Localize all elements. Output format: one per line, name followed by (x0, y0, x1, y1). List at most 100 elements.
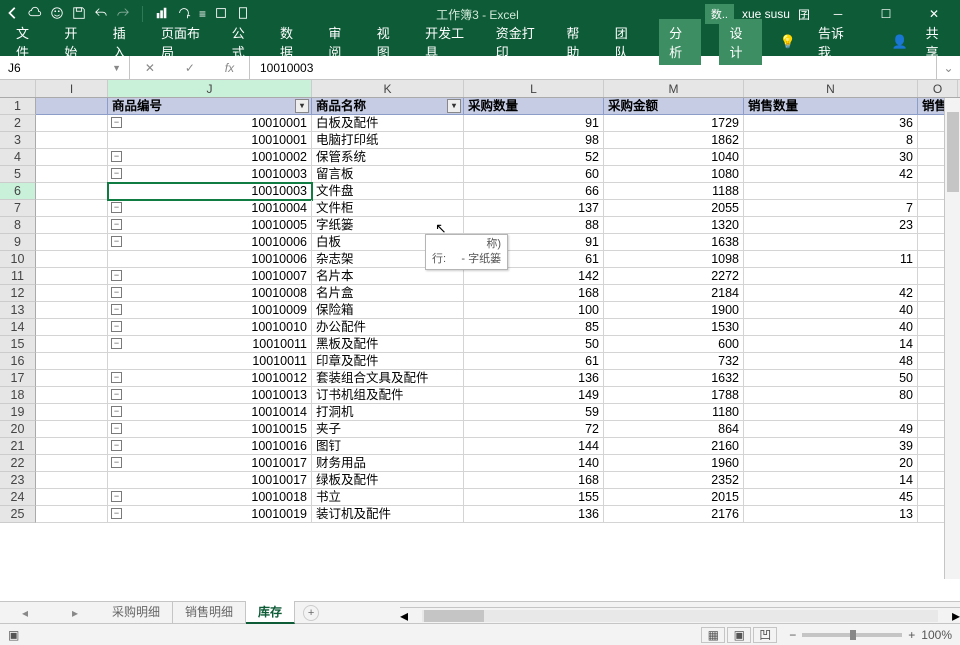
cell-product-name[interactable]: 名片本 (312, 268, 464, 285)
row-number[interactable]: 24 (0, 489, 36, 506)
row-number[interactable]: 3 (0, 132, 36, 149)
tab-view[interactable]: 视图 (373, 19, 403, 65)
cell-product-id[interactable]: −10010006 (108, 234, 312, 251)
cell-sales-qty[interactable]: 36 (744, 115, 918, 132)
row-number[interactable]: 8 (0, 217, 36, 234)
row-number[interactable]: 18 (0, 387, 36, 404)
close-button[interactable]: ✕ (914, 7, 954, 21)
cell[interactable] (36, 149, 108, 166)
maximize-button[interactable]: ☐ (866, 7, 906, 21)
cell-purchase-qty[interactable]: 168 (464, 472, 604, 489)
horizontal-scrollbar[interactable]: ◂ ▸ (400, 607, 960, 623)
cell-product-name[interactable]: 绿板及配件 (312, 472, 464, 489)
cell[interactable] (36, 166, 108, 183)
cell-purchase-amt[interactable]: 1638 (604, 234, 744, 251)
tab-data[interactable]: 数据 (276, 19, 306, 65)
name-box[interactable]: J6 ▼ (0, 56, 130, 79)
cell[interactable] (36, 353, 108, 370)
redo-icon[interactable] (116, 6, 130, 23)
record-macro-icon[interactable]: ▣ (8, 628, 19, 642)
tab-help[interactable]: 帮助 (562, 19, 592, 65)
outline-collapse-icon[interactable]: − (111, 270, 122, 281)
cell-purchase-amt[interactable]: 2272 (604, 268, 744, 285)
expand-formula-icon[interactable]: ⌄ (936, 56, 960, 79)
row-number[interactable]: 11 (0, 268, 36, 285)
cell[interactable] (36, 336, 108, 353)
row-number[interactable]: 16 (0, 353, 36, 370)
cell-product-id[interactable]: −10010014 (108, 404, 312, 421)
cell-sales-qty[interactable]: 50 (744, 370, 918, 387)
cell-product-id[interactable]: 10010011 (108, 353, 312, 370)
cell-purchase-qty[interactable]: 61 (464, 353, 604, 370)
header-product-id[interactable]: 商品编号▾ (108, 98, 312, 115)
page-layout-view-button[interactable]: ▣ (727, 627, 751, 643)
row-number[interactable]: 22 (0, 455, 36, 472)
outline-collapse-icon[interactable]: − (111, 236, 122, 247)
cell-product-name[interactable]: 打洞机 (312, 404, 464, 421)
cell-sales-qty[interactable]: 7 (744, 200, 918, 217)
cell-purchase-amt[interactable]: 1320 (604, 217, 744, 234)
cell-purchase-amt[interactable]: 1188 (604, 183, 744, 200)
row-number[interactable]: 25 (0, 506, 36, 523)
tab-design[interactable]: 设计 (719, 19, 761, 65)
cell-product-id[interactable]: −10010004 (108, 200, 312, 217)
cell-product-name[interactable]: 字纸篓 (312, 217, 464, 234)
cell[interactable] (36, 234, 108, 251)
tab-analyze[interactable]: 分析 (659, 19, 701, 65)
cell-purchase-amt[interactable]: 600 (604, 336, 744, 353)
col-header-J[interactable]: J (108, 80, 312, 97)
outline-collapse-icon[interactable]: − (111, 508, 122, 519)
cell-sales-qty[interactable]: 14 (744, 472, 918, 489)
row-number[interactable]: 7 (0, 200, 36, 217)
col-header-L[interactable]: L (464, 80, 604, 97)
cell-purchase-qty[interactable]: 149 (464, 387, 604, 404)
namebox-dropdown-icon[interactable]: ▼ (112, 63, 121, 73)
cell[interactable] (36, 251, 108, 268)
cell-purchase-amt[interactable]: 2184 (604, 285, 744, 302)
col-header-I[interactable]: I (36, 80, 108, 97)
cell-product-name[interactable]: 装订机及配件 (312, 506, 464, 523)
header-product-name[interactable]: 商品名称▾ (312, 98, 464, 115)
cell-sales-qty[interactable]: 49 (744, 421, 918, 438)
cell-product-name[interactable]: 名片盒 (312, 285, 464, 302)
cell-purchase-qty[interactable]: 140 (464, 455, 604, 472)
zoom-slider[interactable] (802, 633, 902, 637)
cell-product-id[interactable]: 10010017 (108, 472, 312, 489)
page-break-view-button[interactable]: 凹 (753, 627, 777, 643)
scroll-right-icon[interactable]: ▸ (952, 606, 960, 626)
cell-purchase-amt[interactable]: 2160 (604, 438, 744, 455)
cell-purchase-qty[interactable]: 144 (464, 438, 604, 455)
outline-collapse-icon[interactable]: − (111, 151, 122, 162)
cell-sales-qty[interactable]: 8 (744, 132, 918, 149)
cell-product-id[interactable]: 10010006 (108, 251, 312, 268)
tab-team[interactable]: 团队 (611, 19, 641, 65)
enter-icon[interactable]: ✓ (185, 61, 195, 75)
cell-product-id[interactable]: −10010012 (108, 370, 312, 387)
cell[interactable] (36, 285, 108, 302)
cell-product-id[interactable]: −10010007 (108, 268, 312, 285)
tell-me[interactable]: 告诉我 (814, 19, 856, 65)
cell[interactable] (36, 404, 108, 421)
zoom-in-button[interactable]: + (908, 628, 915, 642)
cell-purchase-qty[interactable]: 137 (464, 200, 604, 217)
cell-product-name[interactable]: 图钉 (312, 438, 464, 455)
outline-collapse-icon[interactable]: − (111, 491, 122, 502)
cell-product-id[interactable]: −10010005 (108, 217, 312, 234)
share-icon[interactable]: 👤 (891, 34, 907, 50)
outline-collapse-icon[interactable]: − (111, 389, 122, 400)
row-number[interactable]: 6 (0, 183, 36, 200)
cell-sales-qty[interactable]: 80 (744, 387, 918, 404)
col-header-K[interactable]: K (312, 80, 464, 97)
cell-product-id[interactable]: 10010001 (108, 132, 312, 149)
sheet-nav-prev-icon[interactable]: ▸ (72, 606, 78, 620)
undo-icon[interactable] (94, 6, 108, 23)
cell[interactable] (36, 387, 108, 404)
outline-collapse-icon[interactable]: − (111, 457, 122, 468)
cell-sales-qty[interactable]: 13 (744, 506, 918, 523)
cell-product-name[interactable]: 白板及配件 (312, 115, 464, 132)
cell-purchase-amt[interactable]: 1862 (604, 132, 744, 149)
outline-collapse-icon[interactable]: − (111, 321, 122, 332)
outline-collapse-icon[interactable]: − (111, 423, 122, 434)
cell-product-id[interactable]: −10010010 (108, 319, 312, 336)
cell-product-id[interactable]: −10010002 (108, 149, 312, 166)
